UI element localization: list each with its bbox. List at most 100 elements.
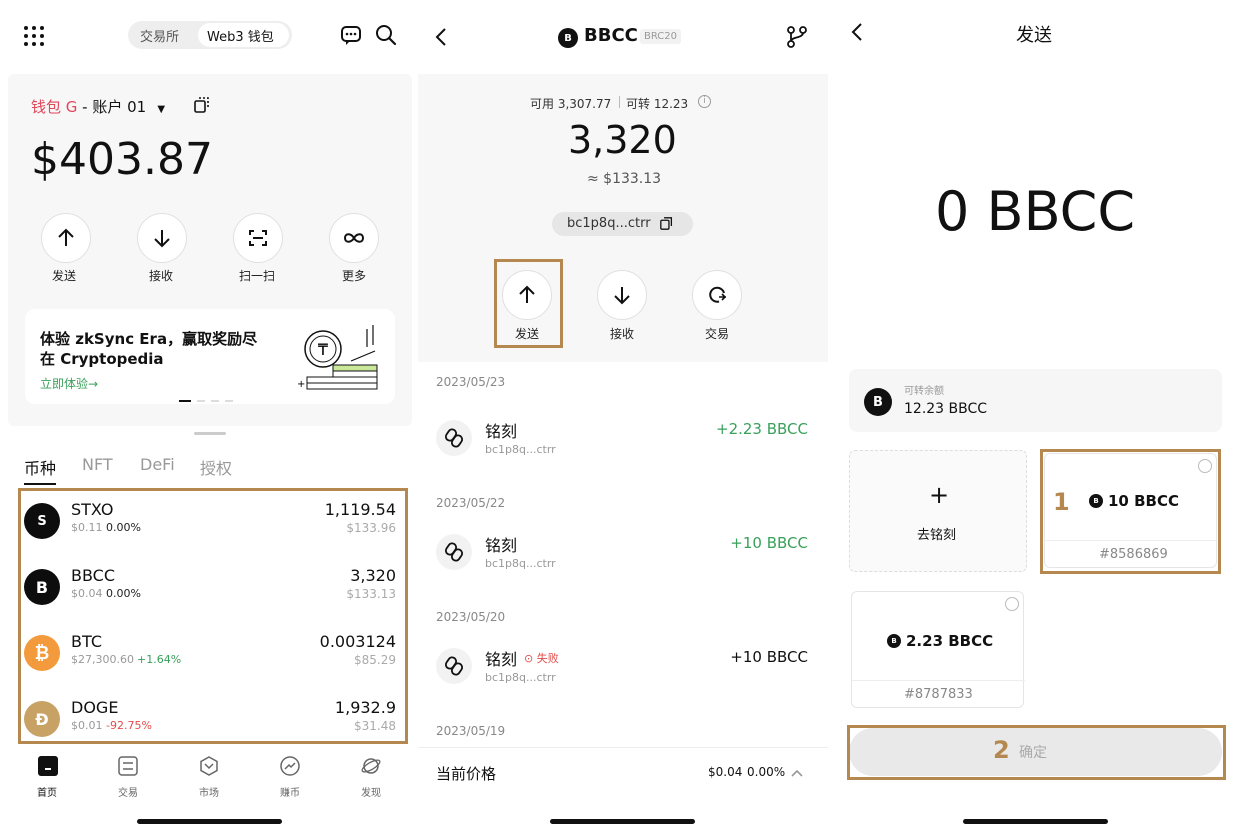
token-amount-large: 3,320 (568, 118, 677, 162)
nav-earn-label: 赚币 (280, 788, 300, 799)
history-amount: +2.23 BBCC (716, 420, 808, 438)
trade-button[interactable] (692, 270, 742, 320)
address-pill[interactable]: bc1p8q...ctrr (552, 212, 693, 236)
banner-link[interactable]: 立即体验→ (40, 375, 98, 392)
receive-button[interactable] (137, 213, 187, 263)
failed-badge: ⊙ 失败 (524, 650, 559, 666)
tab-tokens[interactable]: 币种 (24, 455, 56, 479)
copy-icon[interactable] (194, 97, 210, 113)
home-indicator (963, 819, 1108, 824)
nav-market[interactable]: 市场 (185, 754, 233, 799)
svg-text:+: + (297, 379, 305, 390)
promo-banner[interactable]: 体验 zkSync Era，赢取奖励尽 在 Cryptopedia 立即体验→ … (25, 309, 395, 404)
home-indicator (550, 819, 695, 824)
history-amount: +10 BBCC (730, 648, 808, 666)
inscribe-card[interactable]: + 去铭刻 (849, 450, 1027, 572)
page-title: 发送 (1016, 25, 1052, 46)
transferable-label: 可转余额 (904, 386, 944, 397)
tab-nft[interactable]: NFT (82, 455, 113, 474)
receive-button[interactable] (597, 270, 647, 320)
history-row[interactable]: 铭刻 bc1p8q...ctrr +10 BBCC (418, 518, 828, 588)
home-icon (38, 756, 58, 776)
trade-icon (118, 756, 138, 776)
more-button[interactable] (329, 213, 379, 263)
transferable-card: B 可转余额 12.23 BBCC (849, 369, 1222, 432)
nav-home-label: 首页 (37, 788, 57, 799)
card-highlight (1040, 449, 1221, 574)
svg-text:₸: ₸ (318, 340, 329, 359)
price-label: 当前价格 (436, 765, 497, 783)
back-icon[interactable] (434, 26, 448, 48)
total-balance: $403.87 (31, 134, 213, 185)
inscription-id: #8787833 (904, 687, 973, 702)
search-icon[interactable] (375, 24, 397, 46)
link-icon (436, 534, 472, 570)
caret-down-icon: ▼ (157, 104, 166, 115)
banner-title-line2: 在 Cryptopedia (40, 350, 164, 368)
nav-market-label: 市场 (199, 788, 219, 799)
date-header: 2023/05/20 (436, 610, 506, 624)
account-selector[interactable]: 钱包 G - 账户 01 ▼ (31, 96, 165, 116)
available-balance: 可用 3,307.77 (530, 97, 612, 111)
history-title: 铭刻 (485, 650, 518, 669)
back-icon[interactable] (850, 21, 864, 43)
swap-icon (709, 286, 727, 303)
planet-icon (361, 758, 381, 774)
failed-icon: ⊙ (524, 652, 534, 665)
mode-switch: 交易所 Web3 钱包 (128, 21, 292, 49)
scan-button[interactable] (233, 213, 283, 263)
nav-home[interactable]: 首页 (24, 754, 72, 799)
plus-icon: + (929, 481, 950, 509)
link-icon (436, 420, 472, 456)
history-address: bc1p8q...ctrr (485, 443, 556, 456)
nav-earn[interactable]: 赚币 (266, 754, 314, 799)
tab-web3-active[interactable]: Web3 钱包 (198, 23, 289, 47)
tab-web3-wallet[interactable]: Web3 钱包 (207, 26, 274, 45)
inscription-amount: 2.23 BBCC (906, 632, 994, 650)
link-icon (436, 648, 472, 684)
earn-icon (280, 756, 300, 776)
price-value: $0.04 (708, 765, 743, 779)
home-indicator (137, 819, 282, 824)
send-highlight (494, 259, 563, 348)
radio-button[interactable] (1005, 597, 1019, 611)
drag-handle[interactable] (194, 432, 226, 435)
wallet-name: 钱包 G (31, 98, 78, 116)
nav-discover[interactable]: 发现 (347, 754, 395, 799)
arrow-up-icon (58, 228, 74, 246)
history-row[interactable]: 铭刻 bc1p8q...ctrr +2.23 BBCC (418, 404, 828, 474)
history-title: 铭刻 (485, 422, 518, 441)
token-usd-value: ≈ $133.13 (587, 171, 662, 187)
divider (619, 96, 620, 108)
copy-icon[interactable] (660, 217, 673, 230)
card-divider (852, 680, 1025, 681)
tab-exchange[interactable]: 交易所 (140, 26, 179, 45)
price-bar[interactable]: 当前价格 $0.04 0.00% (418, 747, 828, 797)
account-name: - 账户 01 (77, 98, 147, 116)
token-standard-badge: BRC20 (640, 29, 682, 44)
bottom-nav: 首页 交易 市场 赚币 发现 (0, 748, 418, 800)
price-change: 0.00% (747, 765, 786, 779)
scan-icon (249, 230, 267, 246)
receive-label: 接收 (610, 327, 635, 341)
history-row[interactable]: 铭刻 ⊙ 失败 bc1p8q...ctrr +10 BBCC (418, 632, 828, 702)
token-list-highlight (18, 488, 408, 744)
tab-approvals[interactable]: 授权 (200, 455, 232, 479)
trade-label: 交易 (705, 327, 730, 341)
token-detail-screen: B BBCC BRC20 可用 3,307.77 可转 12.23 i 3,32… (418, 0, 828, 838)
chevron-up-icon[interactable] (790, 768, 804, 778)
nav-trade[interactable]: 交易 (104, 754, 152, 799)
wallet-screen: 交易所 Web3 钱包 钱包 G - 账户 01 ▼ $403.87 发送 接收… (0, 0, 418, 838)
banner-title-line1: 体验 zkSync Era，赢取奖励尽 (40, 330, 258, 348)
send-button[interactable] (41, 213, 91, 263)
info-icon[interactable]: i (698, 95, 711, 108)
branch-icon[interactable] (786, 25, 808, 49)
tab-defi[interactable]: DeFi (140, 455, 175, 474)
message-icon[interactable] (340, 24, 362, 46)
inscription-card[interactable]: B 2.23 BBCC #8787833 (851, 591, 1025, 708)
token-title: BBCC (584, 25, 638, 46)
address-text: bc1p8q...ctrr (567, 216, 651, 231)
tab-active-underline (24, 483, 56, 485)
send-amount: 0 BBCC (935, 180, 1136, 243)
apps-grid-icon[interactable] (23, 25, 45, 47)
